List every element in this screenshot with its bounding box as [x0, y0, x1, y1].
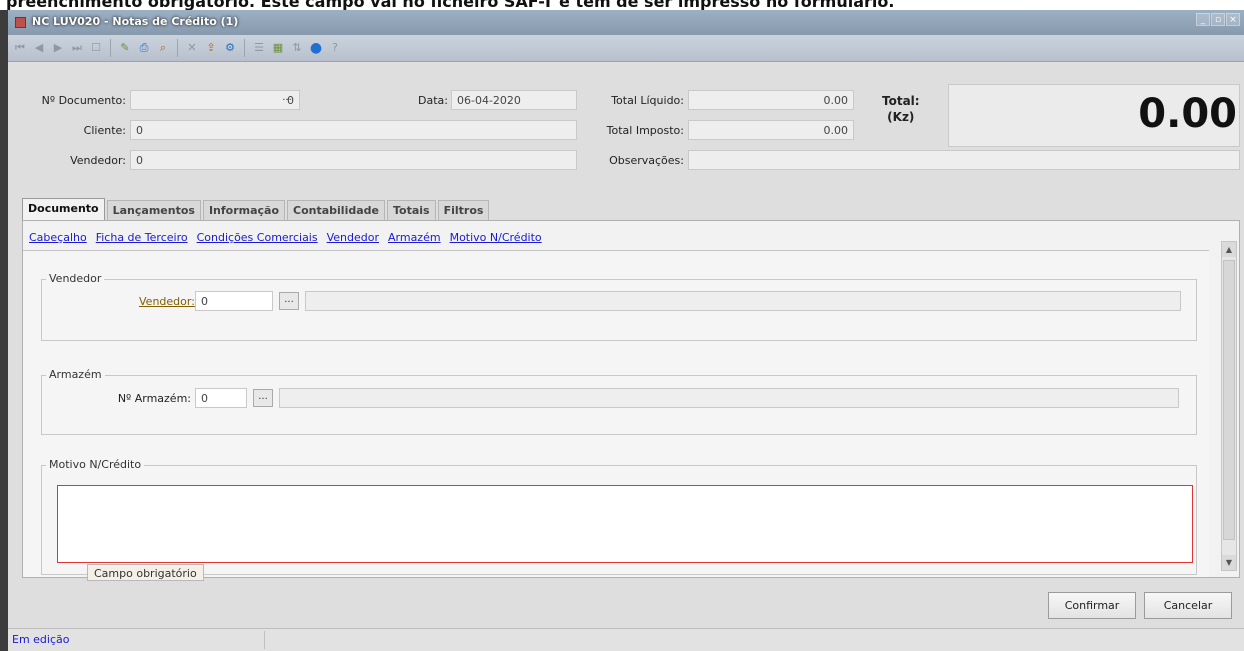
- total-liquido-label: Total Líquido:: [611, 94, 684, 107]
- vendedor-header-label: Vendedor:: [70, 154, 126, 167]
- link-cabecalho[interactable]: Cabeçalho: [29, 231, 87, 244]
- total-display: 0.00: [948, 84, 1240, 147]
- data-field[interactable]: 06-04-2020: [451, 90, 577, 110]
- link-condicoes-comerciais[interactable]: Condições Comerciais: [197, 231, 318, 244]
- documento-lookup-button[interactable]: ...: [277, 91, 297, 109]
- minimize-button[interactable]: _: [1196, 13, 1210, 26]
- title-bar: NC LUV020 - Notas de Crédito (1) _ ▫ ×: [8, 10, 1244, 35]
- print-icon[interactable]: ⎙: [136, 40, 152, 56]
- export-icon[interactable]: ⇪: [203, 40, 219, 56]
- close-button[interactable]: ×: [1226, 13, 1240, 26]
- armazem-lookup-button[interactable]: ...: [253, 389, 273, 407]
- scroll-thumb[interactable]: [1223, 260, 1235, 540]
- armazem-group-legend: Armazém: [46, 368, 105, 381]
- credit-note-window: NC LUV020 - Notas de Crédito (1) _ ▫ × ⏮…: [0, 10, 1244, 651]
- total-value: 0.00: [1138, 91, 1237, 137]
- app-icon: [15, 17, 26, 28]
- armazem-description-field: [279, 388, 1179, 408]
- toolbar-separator: [177, 39, 178, 57]
- vertical-scrollbar[interactable]: ▲ ▼: [1221, 241, 1237, 571]
- required-field-tooltip: Campo obrigatório: [87, 564, 204, 581]
- last-icon[interactable]: ⏭: [69, 40, 85, 56]
- scroll-up-icon[interactable]: ▲: [1222, 242, 1236, 257]
- confirmar-button[interactable]: Confirmar: [1048, 592, 1136, 619]
- armazem-label: Nº Armazém:: [117, 392, 191, 405]
- tab-lancamentos[interactable]: Lançamentos: [106, 200, 201, 220]
- toolbar-separator: [244, 39, 245, 57]
- tab-content: Cabeçalho Ficha de Terceiro Condições Co…: [22, 220, 1240, 581]
- total-label: Total: (Kz): [882, 94, 920, 124]
- grid-icon[interactable]: ▦: [270, 40, 286, 56]
- tab-documento[interactable]: Documento: [22, 198, 105, 220]
- prev-icon[interactable]: ◀: [31, 40, 47, 56]
- vendedor-header-field[interactable]: 0: [130, 150, 577, 170]
- refresh-icon[interactable]: ●: [308, 40, 324, 56]
- tab-contabilidade[interactable]: Contabilidade: [287, 200, 385, 220]
- vendedor-description-field: [305, 291, 1181, 311]
- edit-icon[interactable]: ✎: [117, 40, 133, 56]
- tab-strip: Documento Lançamentos Informação Contabi…: [22, 198, 491, 220]
- data-label: Data:: [418, 94, 448, 107]
- next-icon[interactable]: ▶: [50, 40, 66, 56]
- link-vendedor[interactable]: Vendedor: [327, 231, 379, 244]
- total-imposto-field: 0.00: [688, 120, 854, 140]
- vendedor-lookup-button[interactable]: ...: [279, 292, 299, 310]
- vendedor-code-field[interactable]: 0: [195, 291, 273, 311]
- tools-icon[interactable]: ⚙: [222, 40, 238, 56]
- armazem-code-field[interactable]: 0: [195, 388, 247, 408]
- documento-field[interactable]: 0: [130, 90, 300, 110]
- window-title: NC LUV020 - Notas de Crédito (1): [32, 15, 239, 28]
- sort-icon[interactable]: ⇅: [289, 40, 305, 56]
- window-controls: _ ▫ ×: [1196, 13, 1240, 26]
- toolbar-separator: [110, 39, 111, 57]
- cliente-field[interactable]: 0: [130, 120, 577, 140]
- status-divider: [264, 631, 265, 649]
- vendedor-link-label[interactable]: Vendedor:: [139, 295, 195, 308]
- total-liquido-field: 0.00: [688, 90, 854, 110]
- tab-totais[interactable]: Totais: [386, 200, 436, 220]
- maximize-button[interactable]: ▫: [1211, 13, 1225, 26]
- scroll-down-icon[interactable]: ▼: [1222, 555, 1236, 570]
- status-text: Em edição: [12, 633, 70, 646]
- link-motivo-credito[interactable]: Motivo N/Crédito: [450, 231, 542, 244]
- toolbar: ⏮ ◀ ▶ ⏭ ☐ ✎ ⎙ ⌕ ✕ ⇪ ⚙ ☰ ▦ ⇅ ● ?: [8, 35, 1244, 62]
- cancelar-button[interactable]: Cancelar: [1144, 592, 1232, 619]
- observacoes-label: Observações:: [609, 154, 684, 167]
- documento-label: Nº Documento:: [41, 94, 126, 107]
- new-icon[interactable]: ☐: [88, 40, 104, 56]
- observacoes-field[interactable]: [688, 150, 1240, 170]
- status-bar: Em edição: [8, 628, 1244, 651]
- vendedor-group-legend: Vendedor: [46, 272, 105, 285]
- help-icon[interactable]: ?: [327, 40, 343, 56]
- first-icon[interactable]: ⏮: [12, 40, 28, 56]
- list-icon[interactable]: ☰: [251, 40, 267, 56]
- link-armazem[interactable]: Armazém: [388, 231, 441, 244]
- delete-icon[interactable]: ✕: [184, 40, 200, 56]
- link-ficha-terceiro[interactable]: Ficha de Terceiro: [96, 231, 188, 244]
- find-icon[interactable]: ⌕: [155, 40, 171, 56]
- cliente-label: Cliente:: [83, 124, 126, 137]
- motivo-credito-textarea[interactable]: [57, 485, 1193, 563]
- tab-informacao[interactable]: Informação: [202, 200, 286, 220]
- total-imposto-label: Total Imposto:: [606, 124, 684, 137]
- tab-filtros[interactable]: Filtros: [437, 200, 490, 220]
- motivo-group-legend: Motivo N/Crédito: [46, 458, 145, 471]
- section-links: Cabeçalho Ficha de Terceiro Condições Co…: [29, 231, 542, 244]
